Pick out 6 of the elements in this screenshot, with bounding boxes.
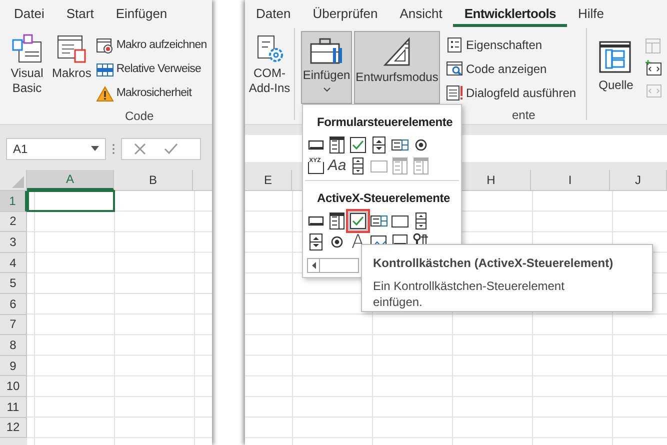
section-heading: Formularsteuerelemente [317, 114, 453, 131]
group-label: Code [125, 108, 154, 125]
section-heading: ActiveX-Steuerelemente [317, 190, 450, 207]
group-label: ente [512, 107, 536, 124]
tooltip-text: Ein Kontrollkästchen-Steuerelement einfügen. [373, 278, 566, 310]
tooltip-title: Kontrollkästchen (ActiveX-Steuerelement) [373, 255, 614, 272]
